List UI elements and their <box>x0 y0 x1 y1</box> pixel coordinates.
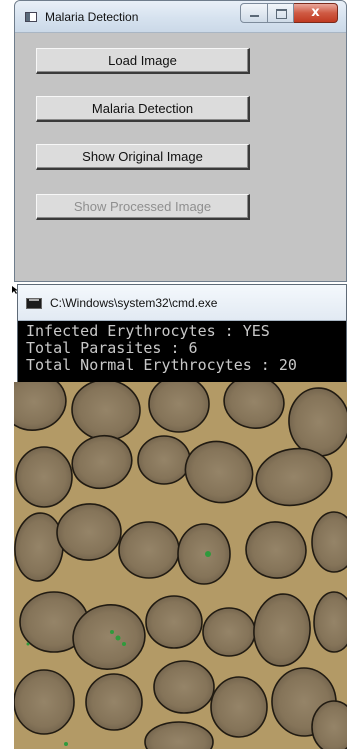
close-button[interactable]: x <box>294 3 338 23</box>
console-line-normal: Total Normal Erythrocytes : 20 <box>26 356 297 374</box>
cmd-icon <box>26 298 42 309</box>
caption-buttons: x <box>240 3 338 23</box>
erythrocyte <box>145 595 203 649</box>
close-icon: x <box>311 5 320 20</box>
parasite-mark <box>110 630 114 634</box>
blood-smear-svg <box>14 382 347 749</box>
erythrocyte <box>210 676 268 738</box>
console-line-infected: Infected Erythrocytes : YES <box>26 322 270 340</box>
erythrocyte <box>85 673 143 731</box>
erythrocyte <box>14 669 75 735</box>
parasite-mark <box>115 635 121 641</box>
console-output: Infected Erythrocytes : YES Total Parasit… <box>26 323 297 374</box>
console-line-parasites: Total Parasites : 6 <box>26 339 198 357</box>
erythrocyte <box>153 660 215 714</box>
app-icon <box>25 12 37 22</box>
show-original-image-button[interactable]: Show Original Image <box>36 144 250 170</box>
console-title: C:\Windows\system32\cmd.exe <box>50 296 218 310</box>
parasite-mark <box>205 551 211 557</box>
malaria-detection-window: Malaria Detection x Load Image Malaria D… <box>14 0 347 282</box>
erythrocyte <box>148 382 210 433</box>
console-title-bar[interactable]: C:\Windows\system32\cmd.exe <box>18 285 346 321</box>
erythrocyte <box>137 435 191 485</box>
window-title: Malaria Detection <box>45 10 139 24</box>
erythrocyte <box>118 521 180 579</box>
erythrocyte <box>177 523 231 585</box>
minimize-button[interactable] <box>240 3 268 23</box>
parasite-mark <box>64 742 68 746</box>
malaria-detection-button[interactable]: Malaria Detection <box>36 96 250 122</box>
show-processed-image-button: Show Processed Image <box>36 194 250 220</box>
title-bar[interactable]: Malaria Detection x <box>15 1 346 33</box>
erythrocyte <box>202 607 256 657</box>
blood-smear-image <box>14 382 347 749</box>
load-image-button[interactable]: Load Image <box>36 48 250 74</box>
parasite-mark <box>122 642 126 646</box>
maximize-button[interactable] <box>268 3 294 23</box>
erythrocyte <box>15 446 73 508</box>
erythrocyte <box>313 591 347 653</box>
parasite-mark <box>26 642 30 646</box>
